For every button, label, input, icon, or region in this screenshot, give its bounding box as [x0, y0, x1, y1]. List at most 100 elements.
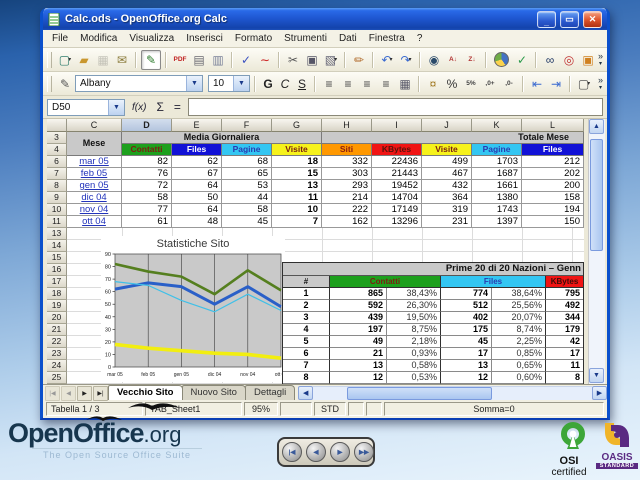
new-document-icon[interactable]: ▢▾ [56, 51, 74, 69]
tab-dettagli[interactable]: Dettagli [245, 385, 295, 400]
sort-ascending-icon[interactable]: A↓ [444, 51, 462, 69]
header-visite[interactable]: Visite [272, 144, 322, 156]
month-link[interactable]: dic 04 [67, 192, 122, 204]
tab-vecchio-sito[interactable]: Vecchio Sito [108, 385, 183, 400]
column-header-c[interactable]: C [67, 119, 122, 132]
nations-cell[interactable]: 197 [330, 324, 387, 336]
nations-cell[interactable]: 0,60% [492, 372, 546, 384]
sheet-cell[interactable]: 231 [422, 216, 472, 228]
nations-cell[interactable]: 1 [283, 288, 330, 300]
close-button[interactable]: ✕ [583, 11, 602, 28]
sheet-cell[interactable]: 1687 [472, 168, 522, 180]
navigator-icon[interactable]: ◎ [560, 51, 578, 69]
row-header[interactable]: 13 [47, 228, 67, 240]
previous-sheet-icon[interactable]: ◀ [61, 386, 76, 401]
column-header-i[interactable]: I [372, 119, 422, 132]
nations-cell[interactable]: 0,53% [387, 372, 441, 384]
chevron-down-icon[interactable]: ▼ [108, 100, 124, 115]
row-header[interactable]: 17 [47, 276, 67, 288]
column-header-k[interactable]: K [472, 119, 522, 132]
autospellcheck-icon[interactable]: ∼ [256, 51, 274, 69]
scroll-down-icon[interactable]: ▼ [589, 368, 604, 383]
sheet-cell[interactable]: 194 [522, 204, 584, 216]
menu-visualizza[interactable]: Visualizza [123, 32, 180, 45]
maximize-button[interactable]: ▭ [560, 11, 579, 28]
sheet-cell[interactable]: 53 [222, 180, 272, 192]
nations-cell[interactable]: 774 [441, 288, 492, 300]
column-header-d[interactable]: D [122, 119, 172, 132]
underline-button[interactable]: S [294, 77, 310, 91]
column-header-j[interactable]: J [422, 119, 472, 132]
vertical-scrollbar[interactable]: ▲ ▼ [588, 119, 605, 384]
nations-cell[interactable]: 11 [546, 360, 583, 372]
nations-cell[interactable]: 0,58% [387, 360, 441, 372]
sheet-cell[interactable]: 82 [122, 156, 172, 168]
tab-nuovo-sito[interactable]: Nuovo Sito [182, 385, 246, 400]
currency-icon[interactable]: ¤ [424, 75, 442, 93]
sheet-cell[interactable]: 162 [322, 216, 372, 228]
nations-cell[interactable]: 38,64% [492, 288, 546, 300]
sheet-cell[interactable]: 65 [222, 168, 272, 180]
print-icon[interactable]: ▤ [190, 51, 208, 69]
row-header[interactable]: 8 [47, 180, 67, 192]
nations-cell[interactable]: 2,25% [492, 336, 546, 348]
add-decimal-icon[interactable]: ,0+ [481, 75, 499, 93]
font-size-combo[interactable]: 10 ▼ [208, 75, 250, 92]
nations-cell[interactable]: 8,75% [387, 324, 441, 336]
column-header-e[interactable]: E [172, 119, 222, 132]
nations-cell[interactable]: 344 [546, 312, 583, 324]
sheet-cell[interactable]: 19452 [372, 180, 422, 192]
function-wizard-icon[interactable]: f(x) [129, 102, 149, 113]
sheet-cell[interactable]: 200 [522, 180, 584, 192]
paste-icon[interactable]: ▧▾ [322, 51, 340, 69]
header-contatti[interactable]: Contatti [122, 144, 172, 156]
menu-dati[interactable]: Dati [333, 32, 363, 45]
sheet-cells[interactable]: Mese Media Giornaliera Contatti Files Pa… [67, 132, 584, 384]
header-files[interactable]: Files [172, 144, 222, 156]
nations-cell[interactable]: 175 [441, 324, 492, 336]
month-link[interactable]: mar 05 [67, 156, 122, 168]
minimize-button[interactable]: _ [537, 11, 556, 28]
sheet-cell[interactable]: 61 [122, 216, 172, 228]
sheet-cell[interactable]: 58 [122, 192, 172, 204]
nations-cell[interactable]: 865 [330, 288, 387, 300]
nations-cell[interactable]: 19,50% [387, 312, 441, 324]
sheet-cell[interactable]: 1743 [472, 204, 522, 216]
nations-cell[interactable]: 8 [283, 372, 330, 384]
sheet-cell[interactable]: 10 [272, 204, 322, 216]
email-icon[interactable]: ✉ [113, 51, 131, 69]
files-header[interactable]: Files [441, 276, 546, 288]
nations-cell[interactable]: 439 [330, 312, 387, 324]
decrease-indent-icon[interactable]: ⇤ [528, 75, 546, 93]
sheet-cell[interactable]: 58 [222, 204, 272, 216]
sheet-cell[interactable]: 11 [272, 192, 322, 204]
nations-cell[interactable]: 45 [441, 336, 492, 348]
nations-cell[interactable]: 795 [546, 288, 583, 300]
scroll-left-icon[interactable]: ◀ [298, 386, 313, 400]
row-header[interactable]: 11 [47, 216, 67, 228]
header-visite-tot[interactable]: Visite [422, 144, 472, 156]
sheet-cell[interactable]: 212 [522, 156, 584, 168]
page-preview-icon[interactable]: ▥ [209, 51, 227, 69]
sheet-cell[interactable]: 76 [122, 168, 172, 180]
sheet-cell[interactable]: 1661 [472, 180, 522, 192]
align-right-icon[interactable]: ≡ [358, 75, 376, 93]
kbytes-header[interactable]: KBytes [546, 276, 583, 288]
column-header-g[interactable]: G [272, 119, 322, 132]
name-box[interactable]: D50 ▼ [47, 99, 125, 116]
skip-forward-button[interactable]: ▶▶ [354, 442, 374, 462]
nations-cell[interactable]: 6 [283, 348, 330, 360]
sheet-cell[interactable]: 15 [272, 168, 322, 180]
sheet-cell[interactable]: 13296 [372, 216, 422, 228]
nations-cell[interactable]: 402 [441, 312, 492, 324]
skip-back-button[interactable]: |◀ [282, 442, 302, 462]
nations-cell[interactable]: 512 [441, 300, 492, 312]
sheet-cell[interactable]: 214 [322, 192, 372, 204]
last-sheet-icon[interactable]: ▶| [93, 386, 108, 401]
nations-cell[interactable]: 492 [546, 300, 583, 312]
sheet-cell[interactable]: 319 [422, 204, 472, 216]
header-files-tot[interactable]: Files [522, 144, 584, 156]
nations-cell[interactable]: 3 [283, 312, 330, 324]
insert-chart-icon[interactable] [494, 52, 509, 67]
paintbrush-icon[interactable]: ✏ [350, 51, 368, 69]
